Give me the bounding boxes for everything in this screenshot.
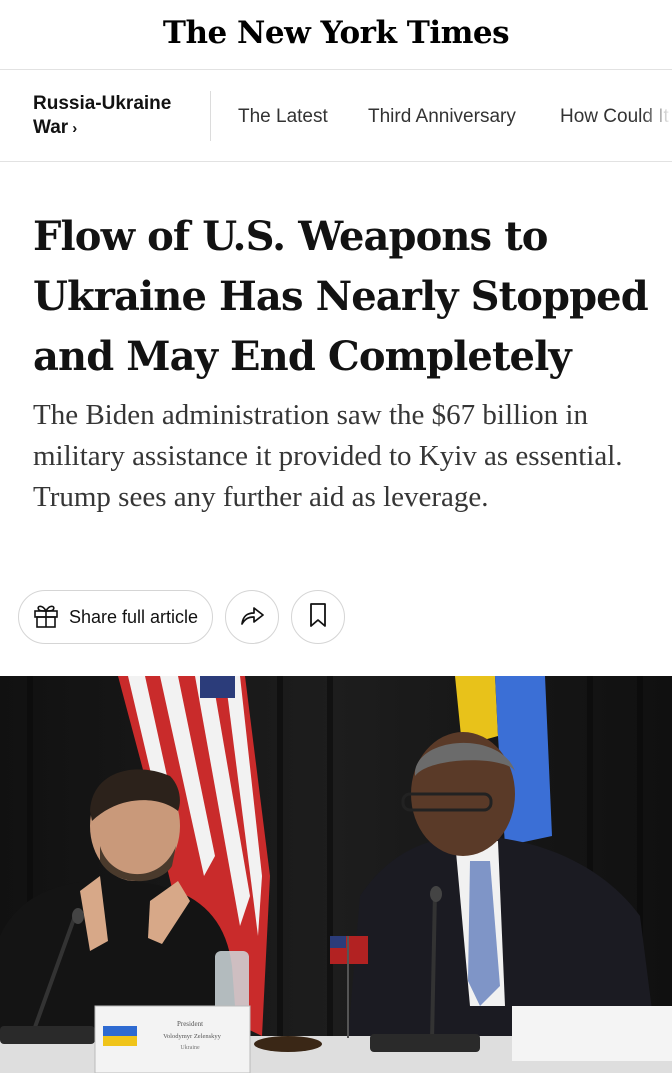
placard-country: Ukraine xyxy=(180,1045,200,1051)
save-button[interactable] xyxy=(291,590,346,644)
share-button[interactable] xyxy=(225,590,280,644)
nav-item-the-latest[interactable]: The Latest xyxy=(238,106,328,128)
share-label: Share full article xyxy=(69,606,199,627)
share-arrow-icon xyxy=(237,600,267,635)
article-summary: The Biden administration saw the $67 bil… xyxy=(33,399,623,513)
nyt-logo[interactable]: The New York Times xyxy=(163,15,510,51)
placard-title: President xyxy=(177,1020,203,1028)
nav-divider xyxy=(210,91,211,141)
nav-overflow-fade xyxy=(642,91,672,131)
bookmark-icon xyxy=(305,600,331,635)
section-label: Russia-Ukraine War xyxy=(33,93,172,138)
masthead: The New York Times xyxy=(0,0,672,70)
name-placard: President Volodymyr Zelenskyy Ukraine xyxy=(94,1005,251,1073)
section-link-russia-ukraine-war[interactable]: Russia-Ukraine War › xyxy=(33,92,193,141)
nav-item-third-anniversary[interactable]: Third Anniversary xyxy=(368,106,516,128)
section-nav: Russia-Ukraine War › The Latest Third Ann… xyxy=(0,71,672,162)
gift-icon xyxy=(31,600,61,635)
placard-name: Volodymyr Zelenskyy xyxy=(163,1033,222,1040)
article-headline: Flow of U.S. Weapons to Ukraine Has Near… xyxy=(33,213,649,380)
chevron-right-icon: › xyxy=(72,120,78,137)
lead-photo[interactable]: President Volodymyr Zelenskyy Ukraine xyxy=(0,676,672,1073)
share-full-article-button[interactable]: Share full article xyxy=(18,590,214,644)
article-actions: Share full article xyxy=(18,590,346,644)
